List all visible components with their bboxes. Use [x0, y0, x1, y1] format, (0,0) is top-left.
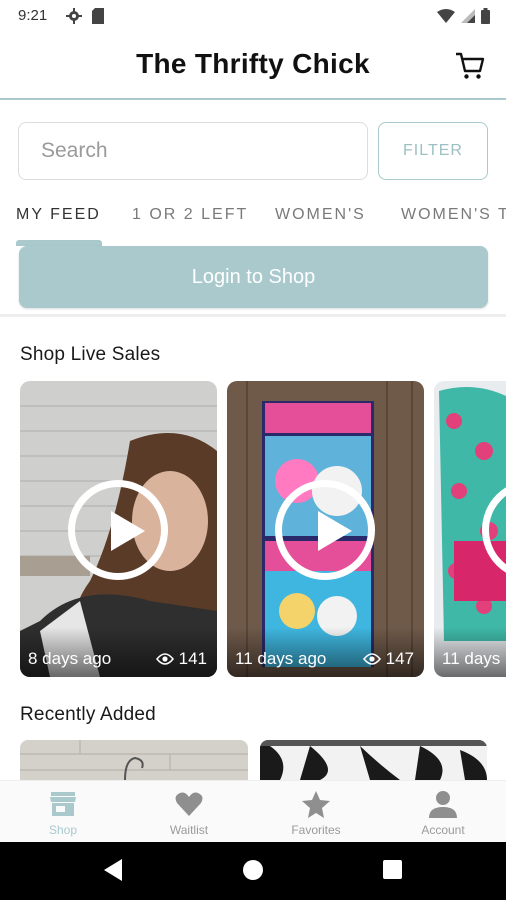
- live-sale-card[interactable]: 11 days ago 147: [227, 381, 424, 677]
- play-icon[interactable]: [275, 480, 375, 580]
- wifi-icon: [437, 9, 455, 23]
- live-sales-heading: Shop Live Sales: [20, 344, 161, 365]
- recently-added-heading: Recently Added: [20, 704, 156, 725]
- card-age: 11 days ago: [235, 649, 327, 668]
- card-age: 8 days ago: [28, 649, 112, 668]
- battery-icon: [481, 8, 490, 24]
- card-age: 11 days: [442, 649, 501, 668]
- eye-icon: [362, 653, 381, 665]
- status-bar: 9:21: [0, 0, 506, 32]
- status-right-icons: [437, 8, 490, 24]
- recent-item-thumbnail: [260, 740, 487, 780]
- live-sale-card[interactable]: 8 days ago 141: [20, 381, 217, 677]
- section-divider: [0, 314, 506, 317]
- card-view-count: 147: [385, 649, 414, 668]
- tab-womens[interactable]: WOMEN'S: [275, 206, 366, 224]
- login-to-shop-button[interactable]: Login to Shop: [19, 246, 488, 308]
- app-header: The Thrifty Chick: [0, 32, 506, 100]
- nav-shop[interactable]: Shop: [0, 781, 126, 843]
- signal-icon: [461, 9, 475, 23]
- recents-icon[interactable]: [382, 858, 404, 882]
- search-input[interactable]: [18, 122, 368, 180]
- system-navigation-bar: [0, 842, 506, 900]
- person-icon: [429, 791, 457, 818]
- shopping-cart-icon[interactable]: [454, 50, 486, 82]
- back-icon[interactable]: [102, 858, 124, 882]
- nav-favorites[interactable]: Favorites: [253, 781, 379, 843]
- nav-label: Shop: [48, 823, 78, 837]
- recent-item-card[interactable]: [260, 740, 487, 780]
- live-sale-card[interactable]: 11 days: [434, 381, 506, 677]
- sd-card-icon: [92, 8, 104, 24]
- card-view-count: 141: [178, 649, 207, 668]
- tab-my-feed[interactable]: MY FEED: [16, 206, 101, 224]
- category-tabs: MY FEED 1 OR 2 LEFT WOMEN'S WOMEN'S T: [0, 196, 506, 246]
- app-title: The Thrifty Chick: [136, 48, 370, 79]
- eye-icon: [155, 653, 174, 665]
- star-icon: [302, 791, 330, 818]
- card-views: 141: [155, 649, 207, 669]
- filter-button[interactable]: FILTER: [378, 122, 488, 180]
- nav-label: Favorites: [291, 823, 341, 837]
- nav-label: Waitlist: [169, 823, 209, 837]
- tab-1-or-2-left[interactable]: 1 OR 2 LEFT: [132, 206, 248, 224]
- recent-item-card[interactable]: [20, 740, 248, 780]
- play-icon[interactable]: [68, 480, 168, 580]
- nav-waitlist[interactable]: Waitlist: [126, 781, 252, 843]
- storefront-icon: [50, 792, 76, 816]
- recent-item-thumbnail: [20, 740, 248, 780]
- tab-womens-t[interactable]: WOMEN'S T: [401, 206, 506, 224]
- nav-label: Account: [421, 823, 465, 837]
- home-icon[interactable]: [242, 858, 264, 882]
- bottom-navigation: Shop Waitlist Favorites Account: [0, 780, 506, 842]
- settings-icon: [66, 8, 82, 24]
- status-time: 9:21: [18, 7, 48, 24]
- card-views: 147: [362, 649, 414, 669]
- status-left-icons: [66, 8, 104, 24]
- heart-icon: [175, 792, 203, 816]
- nav-account[interactable]: Account: [380, 781, 506, 843]
